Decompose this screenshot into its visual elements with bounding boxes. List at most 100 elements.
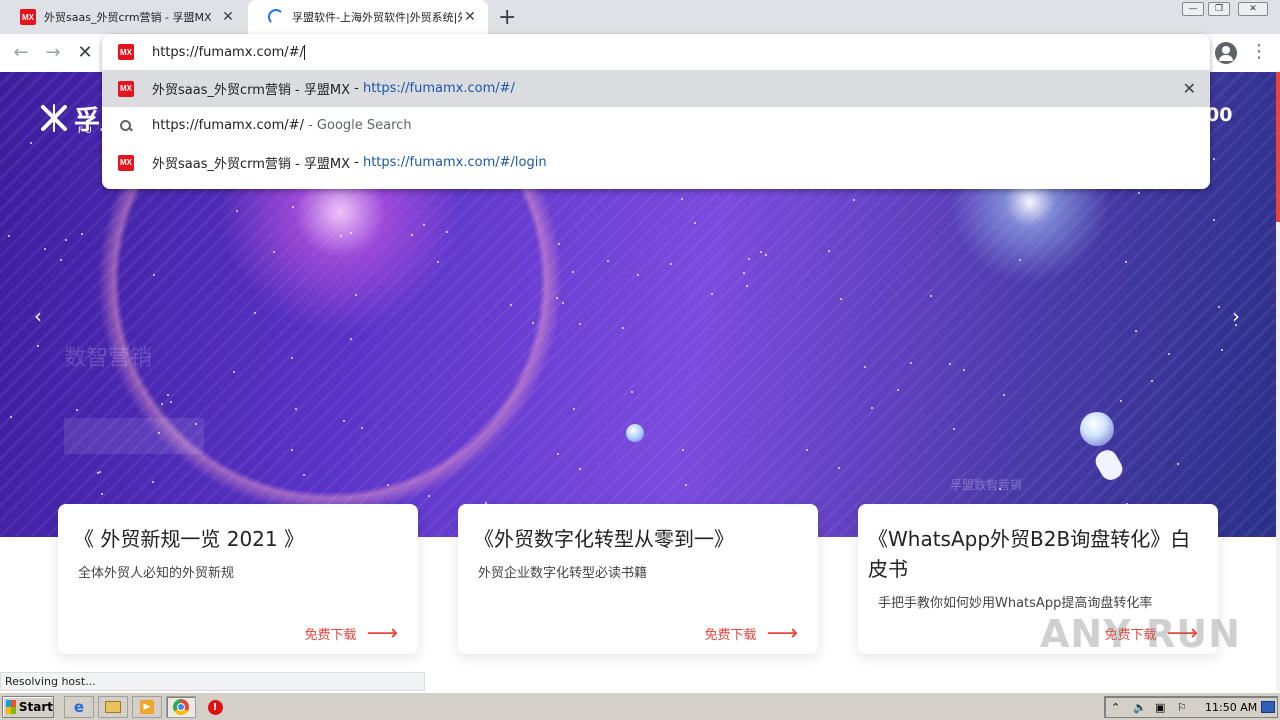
- loading-spinner-icon: [268, 9, 284, 25]
- star-speck: [295, 408, 297, 410]
- suggestion-title: 外贸saas_外贸crm营销 - 孚盟MX: [152, 157, 350, 172]
- restore-window-button[interactable]: ❐: [1208, 2, 1230, 16]
- windows-logo-icon: [6, 700, 16, 714]
- star-speck: [30, 142, 32, 144]
- chrome-taskbar-icon[interactable]: [166, 696, 196, 718]
- tab-fumamx-crm[interactable]: MX 外贸saas_外贸crm营销 - 孚盟MX ✕: [0, 0, 246, 34]
- stop-loading-button[interactable]: ✕: [72, 40, 98, 66]
- mx-favicon-icon: MX: [20, 9, 36, 25]
- minimize-window-button[interactable]: —: [1182, 2, 1204, 16]
- volume-icon[interactable]: 🔈: [1133, 701, 1147, 714]
- card-title: 《外贸数字化转型从零到一》: [474, 527, 734, 551]
- tab-title: 孚盟软件-上海外贸软件|外贸系统|外: [292, 11, 462, 24]
- suggestion-url: https://fumamx.com/#/: [362, 81, 515, 96]
- star-speck: [631, 391, 633, 393]
- star-speck: [743, 272, 745, 274]
- omnibox-input[interactable]: MX https://fumamx.com/#/: [102, 34, 1210, 70]
- internet-explorer-icon[interactable]: e: [64, 696, 94, 718]
- star-speck: [170, 401, 172, 403]
- logo-subtext: FU: [78, 126, 94, 136]
- mx-favicon-icon: MX: [118, 44, 134, 60]
- media-player-icon[interactable]: ▶: [132, 696, 162, 718]
- alert-app-icon[interactable]: !: [200, 696, 230, 718]
- tray-expand-icon[interactable]: ⌃: [1111, 701, 1120, 714]
- mx-favicon-icon: MX: [118, 80, 134, 97]
- hero-headline: 数智营销: [64, 346, 153, 371]
- download-card[interactable]: 《外贸数字化转型从零到一》 外贸企业数字化转型必读书籍 免费下载 ⟶: [458, 504, 818, 654]
- free-download-link[interactable]: 免费下载 ⟶: [704, 622, 798, 644]
- remove-suggestion-icon[interactable]: ✕: [1183, 79, 1196, 98]
- star-speck: [579, 468, 581, 470]
- close-tab-icon[interactable]: ✕: [220, 9, 236, 25]
- star-speck: [864, 366, 866, 368]
- star-speck: [838, 467, 840, 469]
- star-speck: [99, 471, 101, 473]
- suggestion-item[interactable]: MX 外贸saas_外贸crm营销 - 孚盟MX - https://fumam…: [102, 144, 1210, 181]
- star-speck: [1151, 380, 1153, 382]
- star-speck: [65, 239, 67, 241]
- astronaut-bubble-icon: [1080, 412, 1114, 446]
- start-button[interactable]: Start: [2, 696, 54, 718]
- profile-avatar-icon[interactable]: [1215, 42, 1237, 64]
- star-speck: [897, 389, 899, 391]
- omnibox-input-value: https://fumamx.com/#/: [152, 44, 304, 60]
- star-speck: [153, 274, 155, 276]
- star-speck: [532, 322, 534, 324]
- star-speck: [1138, 192, 1140, 194]
- star-speck: [97, 472, 99, 474]
- suggestion-separator: -: [349, 155, 363, 170]
- windows-taskbar: Start e ▶ ! ⌃ 🔈 ▣ ⚐ 11:50 AM: [0, 692, 1280, 720]
- star-speck: [765, 254, 767, 256]
- star-speck: [446, 231, 448, 233]
- star-speck: [607, 260, 609, 262]
- star-speck: [930, 295, 932, 297]
- star-speck: [291, 357, 293, 359]
- suggestion-title: 外贸saas_外贸crm营销 - 孚盟MX: [152, 83, 350, 98]
- star-speck: [1168, 353, 1170, 355]
- astronaut-icon: [1091, 446, 1127, 484]
- star-speck: [562, 302, 564, 304]
- star-speck: [637, 274, 639, 276]
- star-speck: [101, 493, 103, 495]
- star-speck: [44, 248, 46, 250]
- hero-cta-button[interactable]: [64, 418, 204, 454]
- suggestion-item[interactable]: https://fumamx.com/#/ - Google Search: [102, 107, 1210, 144]
- back-button[interactable]: ←: [8, 40, 34, 66]
- system-tray: ⌃ 🔈 ▣ ⚐ 11:50 AM: [1104, 696, 1278, 718]
- file-explorer-icon[interactable]: [98, 696, 128, 718]
- flag-icon[interactable]: ⚐: [1177, 701, 1187, 714]
- close-window-button[interactable]: ✕: [1238, 2, 1268, 16]
- page-scrollbar-thumb[interactable]: [1276, 72, 1280, 222]
- tab-fumamx-active[interactable]: 孚盟软件-上海外贸软件|外贸系统|外 ✕: [248, 0, 488, 34]
- close-tab-icon[interactable]: ✕: [462, 9, 478, 25]
- star-speck: [1135, 330, 1137, 332]
- carousel-next-icon[interactable]: ›: [1232, 304, 1240, 328]
- star-speck: [8, 235, 10, 237]
- carousel-prev-icon[interactable]: ‹: [34, 304, 42, 328]
- forward-button[interactable]: →: [40, 40, 66, 66]
- anyrun-watermark: ANY RUN: [1040, 612, 1241, 656]
- star-speck: [682, 449, 684, 451]
- search-icon: [118, 118, 134, 134]
- start-label: Start: [18, 700, 53, 714]
- suggestion-item[interactable]: MX 外贸saas_外贸crm营销 - 孚盟MX - https://fumam…: [102, 70, 1210, 107]
- new-tab-button[interactable]: +: [498, 5, 516, 30]
- suggestion-source: Google Search: [316, 118, 412, 133]
- download-card[interactable]: 《 外贸新规一览 2021 》 全体外贸人必知的外贸新规 免费下载 ⟶: [58, 504, 418, 654]
- star-speck: [556, 297, 558, 299]
- free-download-link[interactable]: 免费下载 ⟶: [304, 622, 398, 644]
- star-speck: [1218, 306, 1220, 308]
- card-subtitle: 手把手教你如何妙用WhatsApp提高询盘转化率: [878, 596, 1153, 611]
- star-speck: [622, 327, 624, 329]
- card-title: 《 外贸新规一览 2021 》: [74, 527, 304, 551]
- network-icon[interactable]: ▣: [1155, 701, 1165, 714]
- star-speck: [963, 369, 965, 371]
- star-speck: [711, 293, 713, 295]
- hero-caption: 孚盟数智营销: [950, 478, 1023, 492]
- mx-favicon-icon: MX: [118, 154, 134, 171]
- show-desktop-icon[interactable]: [1261, 701, 1275, 713]
- menu-kebab-icon[interactable]: ⋮: [1250, 40, 1268, 64]
- star-speck: [355, 294, 357, 296]
- tab-strip: MX 外贸saas_外贸crm营销 - 孚盟MX ✕ 孚盟软件-上海外贸软件|外…: [0, 0, 1280, 34]
- star-speck: [748, 258, 750, 260]
